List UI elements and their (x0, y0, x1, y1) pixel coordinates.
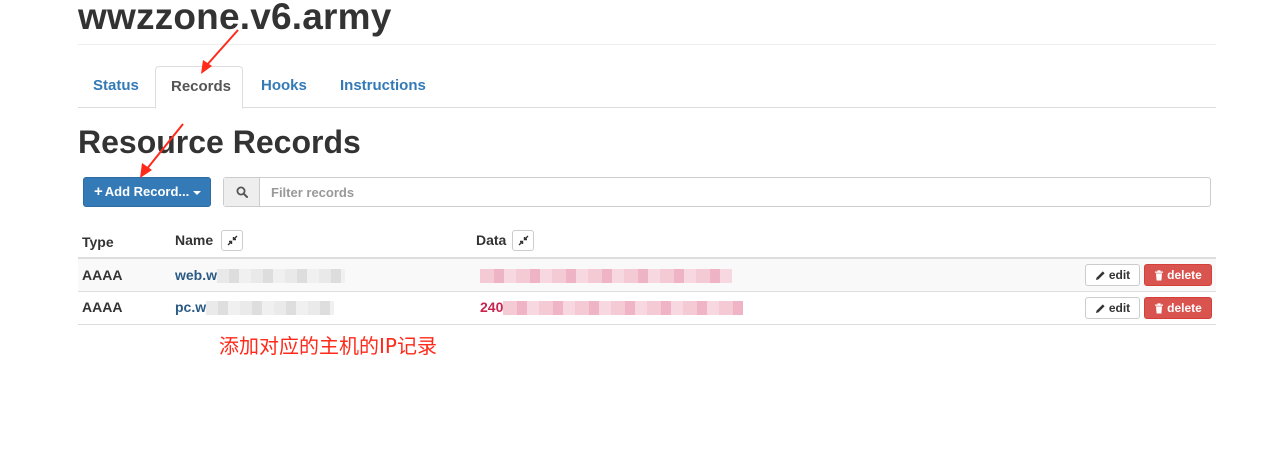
compress-icon (518, 235, 528, 246)
annotation-text: 添加对应的主机的IP记录 (219, 334, 437, 358)
edit-label: edit (1108, 301, 1131, 315)
pencil-icon (1095, 304, 1105, 313)
page-title: Resource Records (78, 124, 361, 160)
record-name-text: web.w (175, 267, 218, 283)
sort-name-button[interactable] (221, 230, 243, 251)
sort-data-button[interactable] (512, 230, 534, 251)
delete-button[interactable]: delete (1144, 264, 1212, 286)
search-icon (224, 178, 260, 206)
record-name[interactable]: pc.w (175, 291, 335, 324)
compress-icon (227, 235, 237, 246)
record-data-text: 240 (480, 299, 504, 315)
tab-instructions[interactable]: Instructions (325, 66, 441, 108)
record-data (480, 259, 732, 292)
column-header-name: Name (175, 232, 214, 248)
tab-hooks[interactable]: Hooks (246, 66, 322, 108)
caret-down-icon (193, 190, 202, 195)
redacted-name (217, 269, 346, 284)
tab-bar: Status Records Hooks Instructions (78, 66, 1216, 109)
tab-records[interactable]: Records (155, 66, 243, 109)
delete-label: delete (1167, 268, 1202, 282)
record-type: AAAA (82, 267, 123, 283)
pencil-icon (1095, 271, 1105, 280)
redacted-name (206, 301, 335, 316)
delete-label: delete (1167, 301, 1202, 315)
row-divider (78, 324, 1216, 325)
edit-button[interactable]: edit (1085, 264, 1140, 286)
plus-icon: + (94, 183, 103, 200)
column-header-data: Data (476, 232, 507, 248)
trash-icon (1155, 270, 1164, 281)
table-row: AAAA web.w edit delete (78, 259, 1216, 292)
arrow-head-add-record (140, 163, 152, 178)
edit-label: edit (1108, 268, 1131, 282)
filter-group (223, 177, 1211, 207)
title-divider (78, 44, 1216, 45)
record-name-text: pc.w (175, 299, 207, 315)
delete-button[interactable]: delete (1144, 297, 1212, 319)
trash-icon (1155, 303, 1164, 314)
tab-status[interactable]: Status (78, 66, 154, 108)
record-type: AAAA (82, 299, 123, 315)
table-row: AAAA pc.w 240 edit delete (78, 291, 1216, 324)
add-record-label: Add Record... (104, 184, 190, 199)
filter-records-input[interactable] (261, 178, 1209, 206)
redacted-data (503, 301, 744, 316)
record-name[interactable]: web.w (175, 259, 346, 292)
add-record-button[interactable]: + Add Record... (83, 177, 211, 207)
redacted-data (480, 269, 732, 284)
column-header-type: Type (82, 234, 114, 250)
edit-button[interactable]: edit (1085, 297, 1140, 319)
record-data: 240 (480, 291, 744, 324)
zone-title: wwzzone.v6.army (78, 0, 392, 37)
